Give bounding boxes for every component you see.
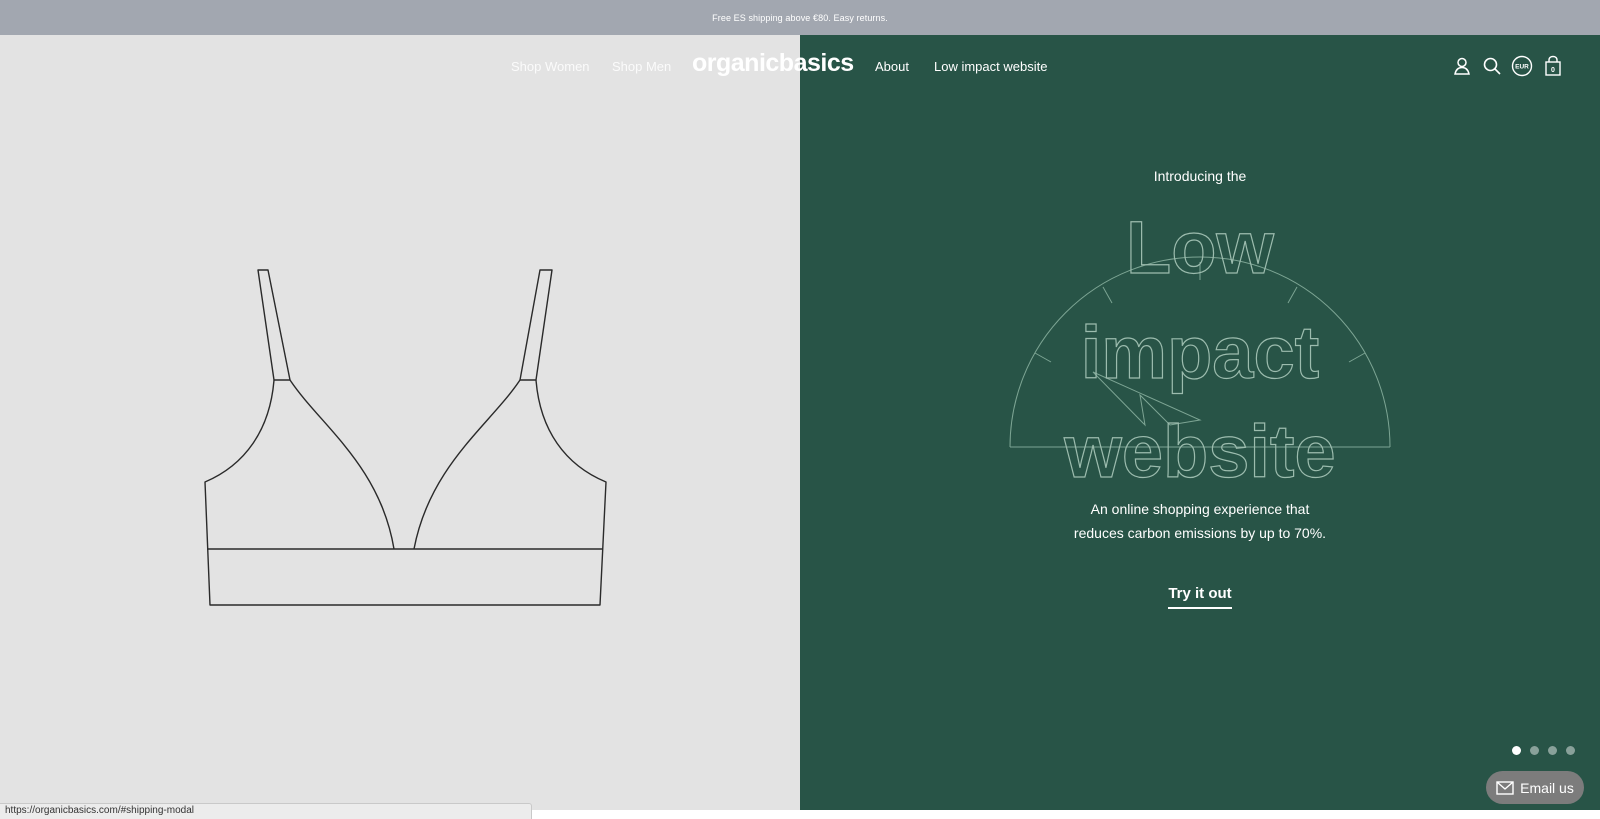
headline-line-1: Low [1126,206,1274,289]
hero-description: An online shopping experience that reduc… [1000,497,1400,545]
hero-left-panel [0,35,800,810]
user-icon[interactable] [1451,55,1473,77]
envelope-icon [1496,780,1514,795]
browser-status-bar: https://organicbasics.com/#shipping-moda… [0,803,532,819]
carousel-dot-1[interactable] [1512,746,1521,755]
bra-illustration [204,269,607,606]
currency-selector[interactable]: EUR [1511,55,1533,77]
carousel-dot-2[interactable] [1530,746,1539,755]
carousel-dot-4[interactable] [1566,746,1575,755]
hero-description-line-1: An online shopping experience that [1090,501,1310,517]
email-us-button[interactable]: Email us [1486,771,1584,804]
carousel-dots [1512,746,1575,755]
site-logo[interactable]: organicbasics [692,49,854,78]
announcement-bar: Free ES shipping above €80. Easy returns… [0,0,1600,35]
nav-about[interactable]: About [875,59,909,74]
search-icon[interactable] [1481,55,1503,77]
currency-label: EUR [1515,64,1529,71]
email-us-label: Email us [1520,779,1574,796]
site-header: Shop Women Shop Men organicbasics About … [0,35,1600,97]
page-bottom-strip [532,810,1600,819]
headline-line-2: impact [1081,311,1320,394]
cart-count: 0 [1551,67,1555,74]
status-url: https://organicbasics.com/#shipping-moda… [5,805,194,816]
carousel-dot-3[interactable] [1548,746,1557,755]
hero-cta: Try it out [1100,585,1300,609]
nav-low-impact[interactable]: Low impact website [934,59,1047,74]
hero-description-line-2: reduces carbon emissions by up to 70%. [1073,525,1327,541]
nav-shop-men[interactable]: Shop Men [612,59,671,74]
currency-icon: EUR [1511,55,1533,77]
hero-intro: Introducing the [1153,168,1247,184]
hero-headline: Low impact website [1009,205,1391,494]
nav-shop-women[interactable]: Shop Women [511,59,590,74]
try-it-out-button[interactable]: Try it out [1168,585,1232,609]
cart-icon[interactable]: 0 [1542,55,1564,77]
headline-line-3: website [1063,410,1335,493]
announcement-text: Free ES shipping above €80. Easy returns… [712,12,888,23]
